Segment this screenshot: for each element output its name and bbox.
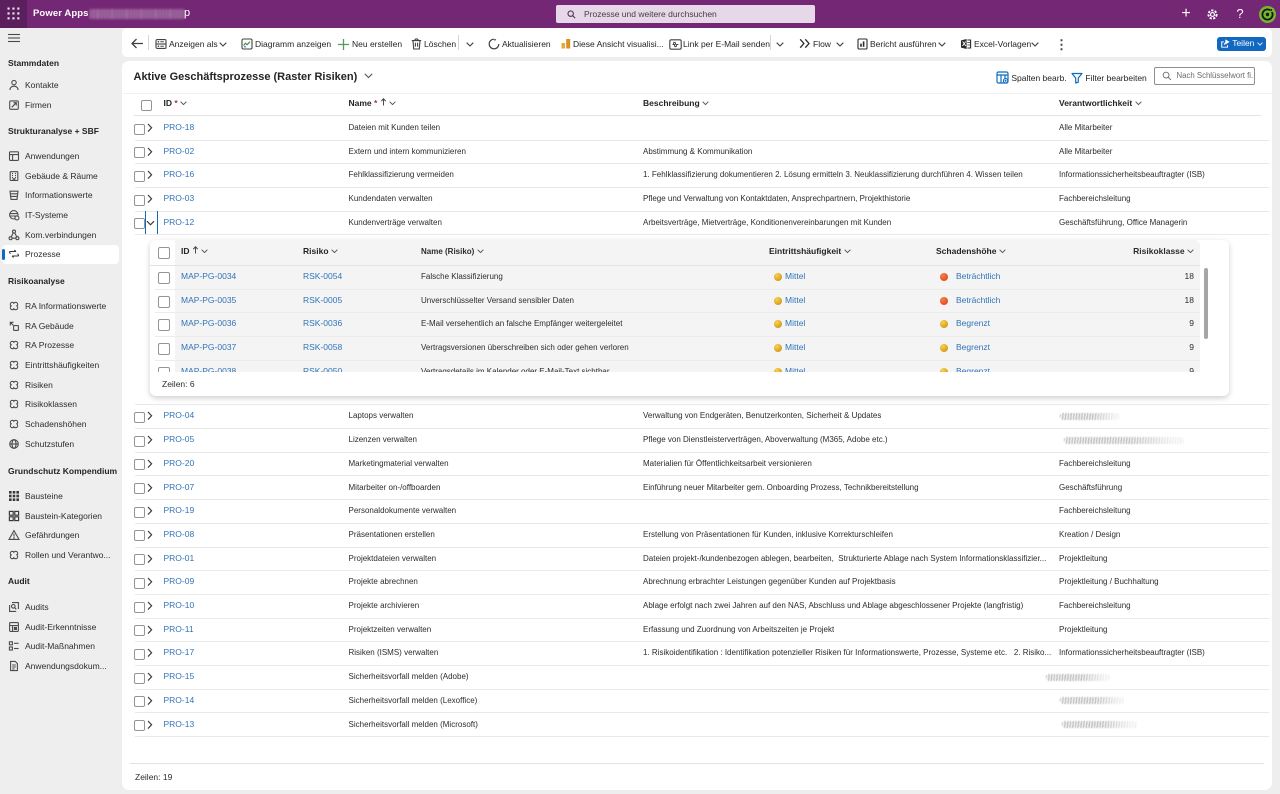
svg-text:X: X: [962, 41, 967, 48]
